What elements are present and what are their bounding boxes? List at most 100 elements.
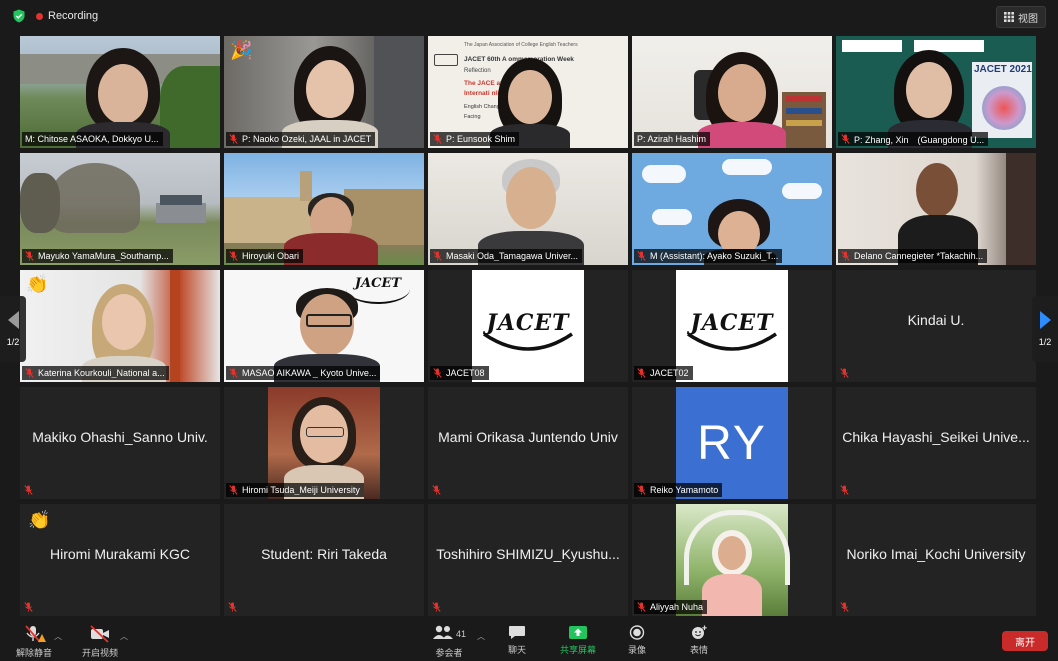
- participant-name: Mayuko YamaMura_Southamp...: [38, 251, 169, 261]
- record-icon: [629, 625, 645, 640]
- participant-name: M: Chitose ASAOKA, Dokkyo U...: [25, 134, 159, 144]
- video-tile[interactable]: M (Assistant): Ayako Suzuki_T...: [632, 153, 832, 265]
- participant-big-name: Makiko Ohashi_Sanno Univ.: [32, 429, 208, 445]
- view-button[interactable]: 视图: [996, 6, 1046, 28]
- video-tile[interactable]: JACET JACET08: [428, 270, 628, 382]
- participant-name: Katerina Kourkouli_National a...: [38, 368, 165, 378]
- video-tile[interactable]: Hiromi Tsuda_Meiji University: [224, 387, 424, 499]
- share-screen-label: 共享屏幕: [560, 645, 597, 655]
- participant-name-bar: Hiromi Tsuda_Meiji University: [226, 483, 364, 497]
- participant-name: JACET02: [650, 368, 689, 378]
- participant-name: Aliyyah Nuha: [650, 602, 704, 612]
- recording-label: Recording: [48, 10, 99, 22]
- unmute-button[interactable]: 解除静音: [16, 625, 52, 659]
- muted-mic-icon: [637, 602, 646, 612]
- chat-button[interactable]: 聊天: [508, 625, 526, 656]
- chat-label: 聊天: [508, 645, 527, 655]
- muted-mic-icon: [25, 368, 34, 378]
- participant-name: MASAO AIKAWA _ Kyoto Unive...: [242, 368, 377, 378]
- participant-name: P: Eunsook Shim: [446, 134, 516, 144]
- participant-name: Reiko Yamamoto: [650, 485, 719, 495]
- participant-name-bar: Masaki Oda_Tamagawa Univer...: [430, 249, 583, 263]
- muted-mic-icon: [24, 485, 33, 495]
- share-screen-icon: [569, 626, 587, 639]
- participant-name-bar: Aliyyah Nuha: [634, 600, 708, 614]
- muted-mic-icon: [229, 368, 238, 378]
- video-tile[interactable]: Chika Hayashi_Seikei Unive...: [836, 387, 1036, 499]
- video-tile[interactable]: Noriko Imai_Kochi University: [836, 504, 1036, 616]
- video-tile[interactable]: Makiko Ohashi_Sanno Univ.: [20, 387, 220, 499]
- view-label: 视图: [1018, 13, 1038, 25]
- video-grid: M: Chitose ASAOKA, Dokkyo U... 🎉 P: Naok…: [20, 36, 1038, 616]
- participant-name: JACET08: [446, 368, 485, 378]
- participant-name: Delano Cannegieter *Takachih...: [854, 251, 984, 261]
- participant-name: Hiromi Tsuda_Meiji University: [242, 485, 360, 495]
- next-page-button[interactable]: 1/2: [1032, 296, 1058, 362]
- muted-mic-icon: [24, 602, 33, 612]
- reactions-button[interactable]: 表情: [690, 625, 708, 656]
- record-button[interactable]: 录像: [628, 625, 646, 656]
- record-label: 录像: [628, 645, 647, 655]
- participants-label: 参会者: [435, 648, 463, 658]
- slide-line: Facing: [464, 114, 481, 120]
- participant-name: Hiroyuki Obari: [242, 251, 300, 261]
- video-label: 开启视频: [82, 648, 119, 658]
- video-tile[interactable]: JACET MASAO AIKAWA _ Kyoto Unive...: [224, 270, 424, 382]
- video-tile[interactable]: Aliyyah Nuha: [632, 504, 832, 616]
- video-tile[interactable]: Masaki Oda_Tamagawa Univer...: [428, 153, 628, 265]
- muted-mic-icon: [433, 368, 442, 378]
- video-tile[interactable]: Mami Orikasa Juntendo Univ: [428, 387, 628, 499]
- video-tile[interactable]: JACET 2021 P: Zhang, Xin (Guangdong U...: [836, 36, 1036, 148]
- recording-indicator[interactable]: Recording: [36, 9, 98, 23]
- participant-name-bar: M (Assistant): Ayako Suzuki_T...: [634, 249, 783, 263]
- video-tile[interactable]: Student: Riri Takeda: [224, 504, 424, 616]
- participants-button[interactable]: 41 参会者: [432, 625, 466, 659]
- participant-name-bar: MASAO AIKAWA _ Kyoto Unive...: [226, 366, 381, 380]
- video-tile[interactable]: Toshihiro SHIMIZU_Kyushu...: [428, 504, 628, 616]
- meeting-toolbar: 解除静音 ︿ 开启视频 ︿ 41 参会者 ︿ 聊天 共享屏幕 录像 表情 离开: [0, 621, 1058, 661]
- video-tile[interactable]: 👏 Hiromi Murakami KGC: [20, 504, 220, 616]
- muted-mic-icon: [840, 602, 849, 612]
- muted-mic-icon: [841, 251, 850, 261]
- video-tile[interactable]: JACET JACET02: [632, 270, 832, 382]
- video-options-caret-icon[interactable]: ︿: [120, 631, 128, 642]
- video-tile[interactable]: 🎉 P: Naoko Ozeki, JAAL in JACET: [224, 36, 424, 148]
- video-tile[interactable]: Mayuko YamaMura_Southamp...: [20, 153, 220, 265]
- muted-mic-icon: [637, 368, 646, 378]
- muted-mic-icon: [229, 485, 238, 495]
- audio-options-caret-icon[interactable]: ︿: [54, 631, 62, 642]
- leave-meeting-button[interactable]: 离开: [1002, 631, 1048, 651]
- participant-name-bar: P: Eunsook Shim: [430, 132, 520, 146]
- jacet-swoosh-icon: [483, 332, 573, 351]
- participant-name: P: Naoko Ozeki, JAAL in JACET: [242, 134, 372, 144]
- muted-mic-icon: [840, 485, 849, 495]
- participant-name-bar: JACET08: [430, 366, 489, 380]
- jacet-swoosh-icon: [687, 332, 777, 351]
- participant-name-bar: JACET02: [634, 366, 693, 380]
- jacet-logo-tile: JACET: [472, 270, 584, 382]
- page-indicator: 1/2: [1038, 337, 1052, 347]
- jacet-logo-tile: JACET: [676, 270, 788, 382]
- video-off-icon: [90, 625, 109, 643]
- clap-emoji: 👏: [28, 510, 51, 530]
- video-tile[interactable]: 👏 Katerina Kourkouli_National a...: [20, 270, 220, 382]
- start-video-button[interactable]: 开启视频: [82, 625, 118, 659]
- video-tile[interactable]: RY Reiko Yamamoto: [632, 387, 832, 499]
- shield-icon[interactable]: [12, 9, 26, 23]
- participant-name-bar: Mayuko YamaMura_Southamp...: [22, 249, 173, 263]
- participant-name: Masaki Oda_Tamagawa Univer...: [446, 251, 579, 261]
- video-tile[interactable]: The Japan Association of College English…: [428, 36, 628, 148]
- participant-name-bar: Katerina Kourkouli_National a...: [22, 366, 169, 380]
- participant-name: M (Assistant): Ayako Suzuki_T...: [650, 251, 779, 261]
- video-tile[interactable]: Delano Cannegieter *Takachih...: [836, 153, 1036, 265]
- participants-count: 41: [456, 629, 467, 639]
- video-tile[interactable]: Kindai U.: [836, 270, 1036, 382]
- participants-options-caret-icon[interactable]: ︿: [477, 631, 485, 642]
- participant-name: P: Zhang, Xin (Guangdong U...: [854, 134, 985, 145]
- participant-big-name: Kindai U.: [907, 312, 965, 328]
- video-tile[interactable]: M: Chitose ASAOKA, Dokkyo U...: [20, 36, 220, 148]
- video-tile[interactable]: P: Azirah Hashim: [632, 36, 832, 148]
- share-screen-button[interactable]: 共享屏幕: [560, 625, 596, 656]
- previous-page-button[interactable]: 1/2: [0, 296, 26, 362]
- video-tile[interactable]: Hiroyuki Obari: [224, 153, 424, 265]
